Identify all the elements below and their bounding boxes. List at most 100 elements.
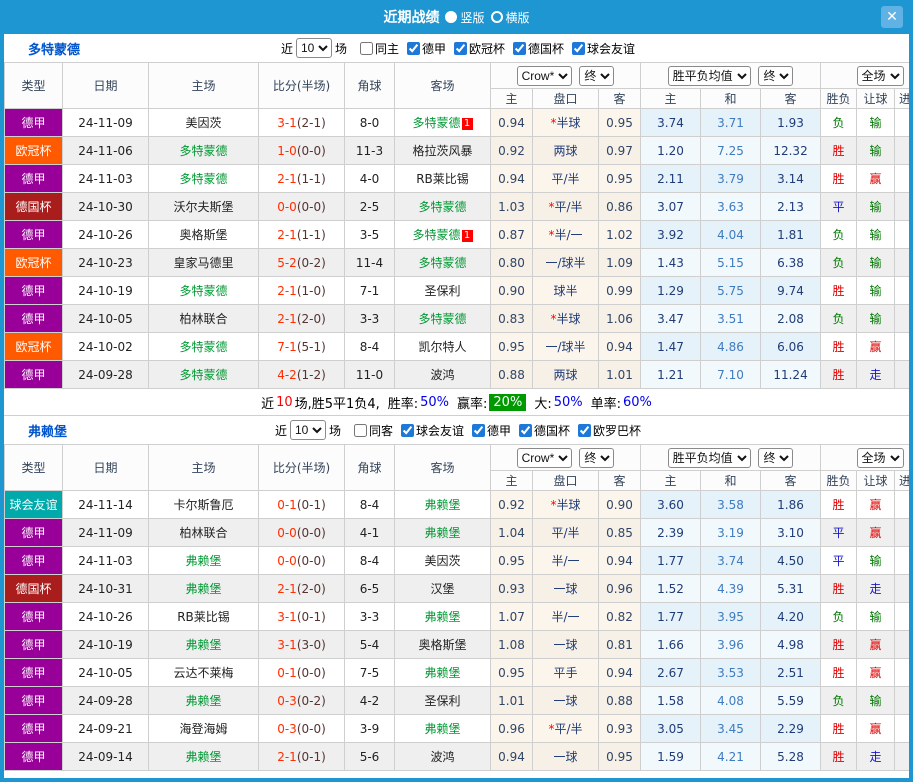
cell-avg-draw: 3.19 [701,519,761,547]
cell-competition: 球会友谊 [5,491,63,519]
period-select[interactable]: 全场 [857,66,904,86]
cell-avg-home: 3.47 [641,305,701,333]
match-row: 德甲24-10-05柏林联合2-1(2-0)3-3多特蒙德0.83*半球1.06… [5,305,910,333]
team-name: 凯尔特人 [418,340,466,354]
subcol-handicap: 盘口 [533,89,599,109]
odds-company-select[interactable]: Crow* [517,448,572,468]
close-button[interactable]: ✕ [881,6,903,28]
summary-record: 场,胜6平2负2, [299,775,384,779]
cell-result: 负 [821,221,857,249]
cell-date: 24-11-03 [63,165,149,193]
cell-avg-away: 9.74 [761,277,821,305]
halftime-score: (2-0) [297,312,326,326]
odds-company-select[interactable]: Crow* [517,66,572,86]
average-time-select[interactable]: 终 [758,66,793,86]
halftime-score: (3-0) [297,638,326,652]
cell-home-team: 弗赖堡 [149,547,259,575]
odds-time-select[interactable]: 终 [579,66,614,86]
cell-avg-home: 1.52 [641,575,701,603]
cell-avg-away: 1.81 [761,221,821,249]
fulltime-score: 2-1 [277,312,297,326]
cell-home-team: 弗赖堡 [149,687,259,715]
cell-score: 5-2(0-2) [259,249,345,277]
cell-date: 24-10-02 [63,333,149,361]
cell-avg-home: 2.11 [641,165,701,193]
match-row: 德甲24-11-03弗赖堡0-0(0-0)8-4美因茨0.95半/一0.941.… [5,547,910,575]
matches-table: 类型 日期 主场 比分(半场) 角球 客场 Crow* 终 胜平负均值 终 [4,62,909,389]
cell-home-team: 奥格斯堡 [149,221,259,249]
cell-home-team: 卡尔斯鲁厄 [149,491,259,519]
league-checkbox-ucl[interactable] [454,42,467,55]
cell-handicap-result: 输 [857,249,895,277]
cell-handicap-result: 输 [857,603,895,631]
cell-goals-result: 走 [895,743,909,771]
cell-avg-draw: 3.51 [701,305,761,333]
cell-avg-away: 2.13 [761,193,821,221]
subcol-avg-away: 客 [761,471,821,491]
league-checkbox-friendly[interactable] [572,42,585,55]
layout-option-horizontal[interactable]: 横版 [491,9,530,26]
halftime-score: (5-1) [297,340,326,354]
average-odds-select[interactable]: 胜平负均值 [668,448,751,468]
team-name: 弗赖堡 [185,638,221,652]
same-venue-label: 同主 [375,40,399,57]
handicap-star: * [550,498,556,512]
halftime-score: (0-1) [297,750,326,764]
league-checkbox-europa[interactable] [578,424,591,437]
cell-handicap: *半球 [533,491,599,519]
same-venue-checkbox[interactable] [354,424,367,437]
league-checkbox-bundesliga[interactable] [472,424,485,437]
league-checkbox-dfb-pokal[interactable] [519,424,532,437]
cell-handicap: *平/半 [533,715,599,743]
average-odds-select[interactable]: 胜平负均值 [668,66,751,86]
profit-rate-value: 50% [493,777,522,779]
cell-competition: 德甲 [5,277,63,305]
match-row: 德甲24-10-26RB莱比锡3-1(0-1)3-3弗赖堡1.07半/一0.82… [5,603,910,631]
halftime-score: (0-0) [297,144,326,158]
col-date: 日期 [63,63,149,109]
league-checkbox-bundesliga[interactable] [407,42,420,55]
cell-competition: 德甲 [5,361,63,389]
cell-handicap: *半/一 [533,221,599,249]
big-rate-value: 50% [554,395,583,410]
team-name: 奥格斯堡 [179,228,227,242]
cell-away-odds: 1.01 [599,361,641,389]
cell-avg-draw: 4.39 [701,575,761,603]
layout-option-vertical[interactable]: 竖版 [445,9,484,26]
cell-score: 0-3(0-2) [259,687,345,715]
match-count-select[interactable]: 10 [290,420,326,440]
halftime-score: (0-2) [297,694,326,708]
single-rate-value: 60% [623,395,652,410]
cell-date: 24-11-14 [63,491,149,519]
team-name: 云达不莱梅 [173,666,233,680]
cell-avg-draw: 3.53 [701,659,761,687]
fulltime-score: 2-1 [277,582,297,596]
average-time-select[interactable]: 终 [758,448,793,468]
cell-home-odds: 0.95 [491,547,533,575]
odds-time-select[interactable]: 终 [579,448,614,468]
cell-date: 24-10-26 [63,221,149,249]
near-label: 近 [281,40,293,57]
cell-competition: 欧冠杯 [5,333,63,361]
league-checkbox-friendly[interactable] [401,424,414,437]
cell-date: 24-10-19 [63,277,149,305]
cell-date: 24-11-06 [63,137,149,165]
cell-home-odds: 0.87 [491,221,533,249]
same-venue-checkbox[interactable] [360,42,373,55]
horizontal-radio[interactable] [491,11,503,23]
vertical-radio[interactable] [445,11,457,23]
col-away: 客场 [395,63,491,109]
cell-corners: 3-9 [345,715,395,743]
col-score: 比分(半场) [259,445,345,491]
cell-goals-result: 大 [895,715,909,743]
cell-home-team: 多特蒙德 [149,333,259,361]
cell-handicap: 球半 [533,277,599,305]
period-select[interactable]: 全场 [857,448,904,468]
cell-avg-away: 3.10 [761,519,821,547]
team-name: 皇家马德里 [173,256,233,270]
match-count-select[interactable]: 10 [296,38,332,58]
cell-competition: 德甲 [5,631,63,659]
league-checkbox-dfb-pokal[interactable] [513,42,526,55]
dialog-body: 多特蒙德 近 10 场 同主 德甲 欧冠杯 德国杯 球会友谊 [4,34,909,778]
match-row: 德甲24-09-21海登海姆0-3(0-0)3-9弗赖堡0.96*平/半0.93… [5,715,910,743]
